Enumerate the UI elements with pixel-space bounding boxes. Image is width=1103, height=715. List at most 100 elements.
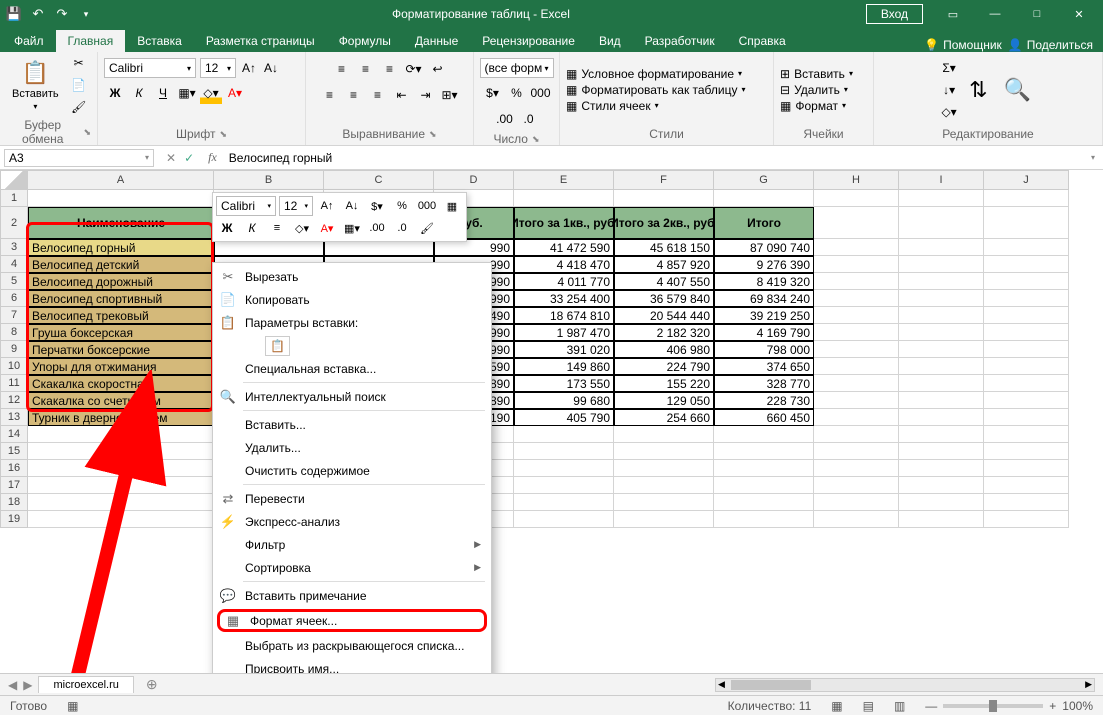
cell[interactable]: 41 472 590 [514, 239, 614, 256]
ctx-фильтр[interactable]: Фильтр▶ [215, 533, 489, 556]
cell[interactable]: 798 000 [714, 341, 814, 358]
cell[interactable] [899, 443, 984, 460]
cell[interactable] [984, 290, 1069, 307]
increase-decimal-icon[interactable]: .00 [494, 108, 516, 130]
mini-comma-icon[interactable]: 000 [416, 196, 438, 216]
copy-icon[interactable]: 📄 [69, 76, 89, 94]
ctx-экспресс-анализ[interactable]: ⚡Экспресс-анализ [215, 510, 489, 533]
cell[interactable]: 391 020 [514, 341, 614, 358]
wrap-text-icon[interactable]: ↩ [427, 58, 449, 80]
cell[interactable] [814, 341, 899, 358]
cell[interactable]: 374 650 [714, 358, 814, 375]
cell[interactable] [28, 494, 214, 511]
cell[interactable] [28, 460, 214, 477]
cell[interactable] [814, 460, 899, 477]
increase-indent-icon[interactable]: ⇥ [415, 84, 437, 106]
cell[interactable]: 33 254 400 [514, 290, 614, 307]
cell[interactable] [984, 460, 1069, 477]
decrease-font-icon[interactable]: A↓ [262, 61, 280, 75]
cell[interactable]: 228 730 [714, 392, 814, 409]
undo-icon[interactable]: ↶ [28, 4, 48, 24]
ctx-выбрать-из-раскрывающегося-списка---[interactable]: Выбрать из раскрывающегося списка... [215, 634, 489, 657]
cell[interactable] [899, 392, 984, 409]
align-bottom-icon[interactable]: ≡ [379, 58, 401, 80]
cell[interactable] [614, 511, 714, 528]
maximize-icon[interactable]: □ [1017, 0, 1057, 28]
italic-button[interactable]: К [128, 82, 150, 104]
cell[interactable] [614, 460, 714, 477]
sheet-tab[interactable]: microexcel.ru [38, 676, 133, 693]
cut-icon[interactable]: ✂ [69, 54, 89, 72]
col-header[interactable]: B [214, 170, 324, 190]
cell[interactable] [514, 190, 614, 207]
row-header[interactable]: 2 [0, 207, 28, 239]
name-cell[interactable]: Велосипед трековый [28, 307, 214, 324]
cell[interactable]: 4 857 920 [614, 256, 714, 273]
sort-filter-button[interactable]: ⇅ [963, 75, 993, 105]
macro-record-icon[interactable]: ▦ [67, 699, 78, 713]
col-header[interactable]: A [28, 170, 214, 190]
comma-icon[interactable]: 000 [530, 82, 552, 104]
cell[interactable]: 4 407 550 [614, 273, 714, 290]
zoom-out-icon[interactable]: — [925, 699, 937, 713]
cell[interactable]: 224 790 [614, 358, 714, 375]
cell[interactable]: 45 618 150 [614, 239, 714, 256]
view-break-icon[interactable]: ▥ [894, 699, 905, 713]
zoom-slider[interactable] [943, 704, 1043, 708]
row-header[interactable]: 11 [0, 375, 28, 392]
header-name[interactable]: Наименование [28, 207, 214, 239]
paste-button[interactable]: 📋 Вставить ▾ [6, 58, 65, 113]
row-header[interactable]: 8 [0, 324, 28, 341]
cell[interactable] [899, 256, 984, 273]
cell[interactable]: 4 418 470 [514, 256, 614, 273]
tab-разметка страницы[interactable]: Разметка страницы [194, 30, 327, 52]
cell[interactable] [814, 290, 899, 307]
tell-me[interactable]: 💡Помощник [924, 38, 1002, 52]
cell[interactable] [614, 426, 714, 443]
fx-icon[interactable]: fx [202, 150, 223, 165]
ctx-копировать[interactable]: 📄Копировать [215, 288, 489, 311]
cell[interactable]: 39 219 250 [714, 307, 814, 324]
col-header[interactable]: F [614, 170, 714, 190]
cell[interactable] [899, 409, 984, 426]
mini-border2-icon[interactable]: ▦▾ [341, 218, 363, 238]
cell[interactable] [814, 207, 899, 239]
cell[interactable] [814, 426, 899, 443]
cell[interactable]: 9 276 390 [714, 256, 814, 273]
mini-italic-icon[interactable]: К [241, 218, 263, 238]
row-header[interactable]: 16 [0, 460, 28, 477]
cell[interactable] [814, 324, 899, 341]
cell[interactable]: 18 674 810 [514, 307, 614, 324]
cell[interactable] [714, 426, 814, 443]
cell[interactable] [814, 307, 899, 324]
mini-border-icon[interactable]: ▦ [441, 196, 463, 216]
ctx-формат-ячеек---[interactable]: ▦Формат ячеек... [217, 609, 487, 632]
row-header[interactable]: 3 [0, 239, 28, 256]
worksheet[interactable]: ABCDEFGHIJ 12НаименованиеПродано, 1кв.Пр… [0, 170, 1103, 690]
enter-icon[interactable]: ✓ [184, 151, 194, 165]
ctx-[interactable]: 📋 [215, 334, 489, 357]
align-right-icon[interactable]: ≡ [367, 84, 389, 106]
merge-icon[interactable]: ⊞▾ [439, 84, 461, 106]
align-left-icon[interactable]: ≡ [319, 84, 341, 106]
tab-главная[interactable]: Главная [56, 30, 126, 52]
row-header[interactable]: 19 [0, 511, 28, 528]
qat-dropdown-icon[interactable]: ▾ [76, 4, 96, 24]
cell[interactable] [514, 477, 614, 494]
col-header[interactable]: E [514, 170, 614, 190]
row-header[interactable]: 18 [0, 494, 28, 511]
cell[interactable] [814, 375, 899, 392]
cell[interactable] [899, 358, 984, 375]
cell[interactable] [714, 460, 814, 477]
login-button[interactable]: Вход [866, 4, 923, 24]
cell[interactable] [899, 324, 984, 341]
mini-dec-inc-icon[interactable]: .00 [366, 218, 388, 238]
cell[interactable] [814, 511, 899, 528]
cell[interactable] [28, 426, 214, 443]
mini-inc-font-icon[interactable]: A↑ [316, 196, 338, 216]
cell[interactable] [984, 426, 1069, 443]
name-box[interactable]: A3▾ [4, 149, 154, 167]
tab-данные[interactable]: Данные [403, 30, 470, 52]
mini-percent-icon[interactable]: % [391, 196, 413, 216]
cell[interactable] [899, 190, 984, 207]
